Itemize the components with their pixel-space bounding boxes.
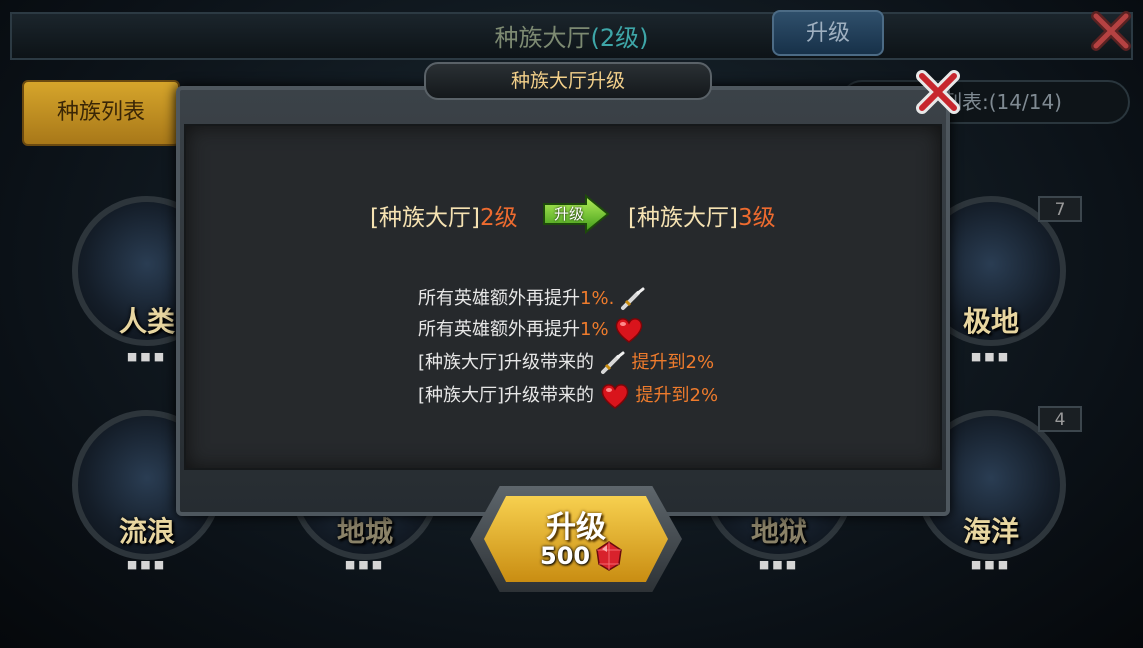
- race-name-wanderer: 流浪: [118, 515, 175, 548]
- page-title: 种族大厅(2级): [0, 18, 1143, 53]
- hall-level-text: (2级): [590, 24, 649, 52]
- race-dots-wanderer: ■■■: [126, 558, 168, 571]
- tab-race-list[interactable]: 种族列表: [22, 80, 180, 146]
- level-from: [种族大厅]2级: [370, 198, 518, 232]
- heart-icon: [601, 384, 629, 409]
- heart-icon: [616, 318, 643, 343]
- confirm-upgrade-label[interactable]: 升级: [484, 502, 668, 546]
- dialog-title: 种族大厅升级: [424, 62, 712, 100]
- effect-text: 所有英雄额外再提升: [418, 288, 580, 309]
- sword-icon: [621, 287, 645, 310]
- level-to: [种族大厅]3级: [628, 198, 776, 232]
- race-dots-inferno: ■■■: [758, 558, 800, 571]
- effect-value: 1%: [580, 319, 609, 340]
- effect-suffix: 提升到2%: [631, 352, 715, 373]
- hall-title-text: 种族大厅: [494, 24, 591, 52]
- race-dots-ocean: ■■■: [970, 558, 1012, 571]
- from-level: 2级: [479, 205, 518, 231]
- race-name-ocean: 海洋: [962, 515, 1019, 548]
- effect-row-1: 所有英雄额外再提升1%.: [418, 286, 646, 312]
- race-badge-polar: 7: [1038, 196, 1082, 222]
- race-name-inferno: 地狱: [750, 515, 807, 548]
- upgrade-cost: 500: [540, 542, 591, 570]
- effect-row-2: 所有英雄额外再提升1%: [418, 316, 644, 343]
- upgrade-arrow-label: 升级: [553, 205, 584, 223]
- effect-text: [种族大厅]升级带来的: [418, 385, 595, 406]
- dialog-close-icon[interactable]: [912, 66, 964, 118]
- ruby-gem-icon: [596, 541, 622, 571]
- effect-text: [种族大厅]升级带来的: [418, 352, 595, 373]
- from-building-name: [种族大厅]: [370, 205, 480, 231]
- close-icon[interactable]: [1088, 8, 1134, 54]
- effect-row-3: [种族大厅]升级带来的 提升到2%: [418, 350, 714, 376]
- race-name-dungeon: 地城: [336, 515, 393, 548]
- effect-value: 1%: [580, 288, 609, 309]
- to-level: 3级: [737, 205, 776, 231]
- effect-row-4: [种族大厅]升级带来的 提升到2%: [418, 382, 719, 409]
- sword-icon: [600, 351, 625, 374]
- race-badge-ocean: 4: [1038, 406, 1082, 432]
- header-upgrade-button[interactable]: 升级: [772, 10, 884, 56]
- to-building-name: [种族大厅]: [628, 205, 738, 231]
- effect-suffix: 提升到2%: [635, 385, 719, 406]
- race-dots-dungeon: ■■■: [344, 558, 386, 571]
- effect-text: 所有英雄额外再提升: [418, 319, 580, 340]
